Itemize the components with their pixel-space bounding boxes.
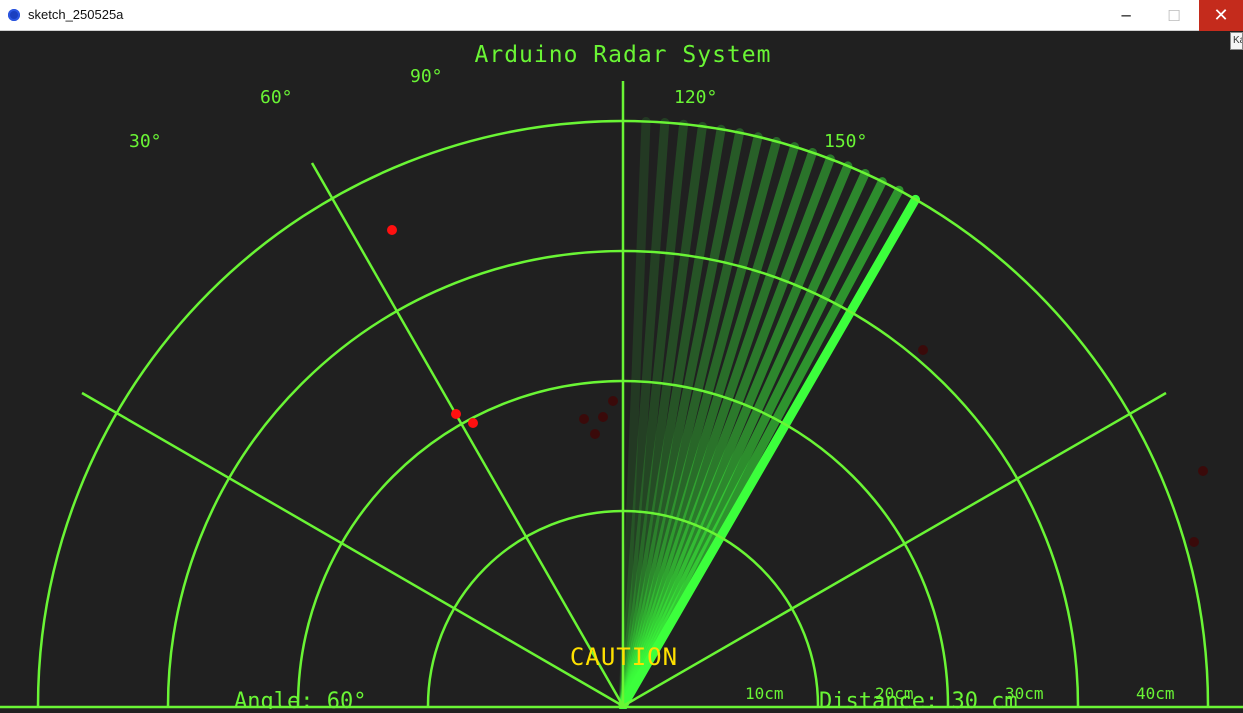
object-dot-faded (608, 396, 618, 406)
angle-label-90: 90° (410, 66, 443, 87)
maximize-button[interactable]: ☐ (1151, 0, 1197, 31)
grid-line-30 (81, 391, 624, 708)
object-dot-faded (590, 429, 600, 439)
radar-canvas: Arduino Radar System 30° 60° 90° 120° 15… (0, 31, 1243, 713)
angle-label-120: 120° (674, 87, 717, 108)
sweep-trail (618, 117, 920, 711)
object-dot-faded (918, 345, 928, 355)
radar-display: Arduino Radar System 30° 60° 90° 120° 15… (0, 42, 1243, 713)
object-dot-faded (1189, 537, 1199, 547)
distance-label-40cm: 40cm (1136, 684, 1175, 703)
object-dot (387, 225, 397, 235)
object-dot-faded (1198, 466, 1208, 476)
object-dot-faded (579, 414, 589, 424)
object-dot (451, 409, 461, 419)
window-title: sketch_250525a (28, 7, 124, 22)
close-button[interactable]: ✕ (1199, 0, 1243, 31)
grid-line-60 (310, 162, 625, 707)
object-dot (468, 418, 478, 428)
app-icon (8, 9, 20, 21)
minimize-button[interactable]: ─ (1103, 0, 1149, 31)
angle-label-30: 30° (129, 131, 162, 152)
radar-title: Arduino Radar System (475, 42, 772, 68)
angle-readout: Angle: 60° (234, 689, 366, 709)
angle-label-150: 150° (824, 131, 867, 152)
object-dot-faded (598, 412, 608, 422)
window-titlebar: sketch_250525a ─ ☐ ✕ (0, 0, 1243, 31)
radar-grid (0, 81, 1243, 709)
distance-label-10cm: 10cm (745, 684, 784, 703)
caution-text: CAUTION (570, 643, 678, 671)
angle-label-60: 60° (260, 87, 293, 108)
distance-readout: Distance: 30 cm (819, 689, 1018, 709)
